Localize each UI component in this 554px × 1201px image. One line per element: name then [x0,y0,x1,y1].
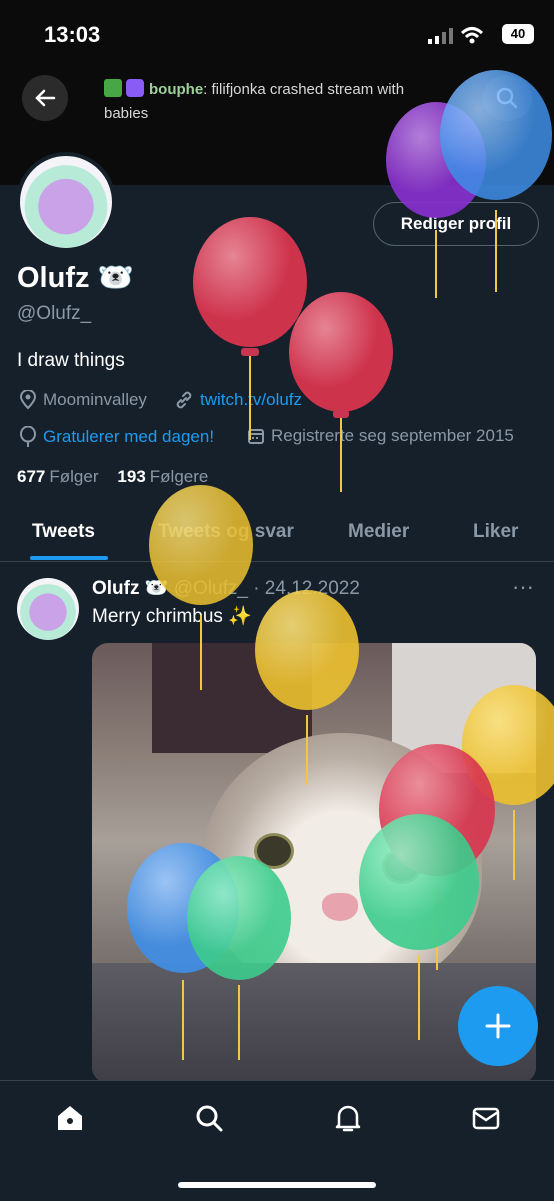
home-indicator [178,1182,376,1188]
balloon-icon [20,426,36,447]
cat-nose [322,893,358,921]
tweet-handle-date: @Olufz_ · 24.12.2022 [173,578,360,599]
tweet-header: Olufz 🐻‍❄️ @Olufz_ · 24.12.2022 [92,576,360,600]
chat-badge-icon [104,79,122,97]
website-link[interactable]: twitch.tv/olufz [200,390,302,410]
compose-tweet-button[interactable] [458,986,538,1066]
profile-birthday[interactable]: Gratulerer med dagen! [19,426,214,448]
profile-tabs: Tweets Tweets og svar Medier Liker [0,505,554,562]
back-arrow-icon [35,89,56,107]
followers-count: 193 [117,467,146,486]
bell-icon[interactable] [333,1103,363,1133]
following-count: 677 [17,467,46,486]
profile-name: Olufz 🐻‍❄️ [17,262,134,294]
calendar-icon [248,429,264,444]
balloon-red-2 [289,292,393,492]
profile-bio: I draw things [17,350,125,371]
status-time: 13:03 [44,22,101,47]
tab-tweets-and-replies[interactable]: Tweets og svar [158,521,294,543]
home-icon[interactable] [55,1103,85,1133]
followers-link[interactable]: 193 Følgere [117,467,208,486]
battery-indicator: 40 [502,24,534,44]
signal-icon [428,28,453,44]
following-link[interactable]: 677 Følger [17,467,99,486]
tab-likes[interactable]: Liker [473,521,518,543]
mail-icon[interactable] [471,1103,501,1133]
followers-label: Følgere [149,467,209,486]
tab-tweets[interactable]: Tweets [32,521,95,543]
tweet-author-name[interactable]: Olufz 🐻‍❄️ [92,578,168,599]
active-tab-indicator [30,556,108,560]
location-text: Moominvalley [43,390,147,409]
tweet-text: Merry chrimbus ✨ [92,606,252,627]
photo-cat [202,733,482,993]
search-button[interactable] [482,75,532,121]
cat-eye-right [382,848,422,884]
tab-media[interactable]: Medier [348,521,409,543]
tweet-avatar[interactable] [17,578,79,640]
link-icon [176,391,192,409]
profile-avatar[interactable] [16,152,116,252]
explore-icon[interactable] [194,1103,224,1133]
follow-stats: 677 Følger 193 Følgere [17,467,208,487]
profile-location: Moominvalley [19,390,147,410]
birthday-text[interactable]: Gratulerer med dagen! [43,427,214,447]
following-label: Følger [49,467,99,486]
profile-joined: Registrerte seg september 2015 [247,426,514,446]
profile-handle: @Olufz_ [17,303,92,324]
plus-icon [485,1013,511,1039]
edit-profile-button[interactable]: Rediger profil [373,202,539,246]
joined-text: Registrerte seg september 2015 [271,426,514,445]
photo-curtain [152,643,312,753]
verified-badge-icon [126,79,144,97]
wifi-icon [460,27,484,44]
back-button[interactable] [22,75,68,121]
chat-username: bouphe [149,81,204,98]
cat-eye-left [254,833,294,869]
search-icon [496,87,518,109]
tweet-more-button[interactable]: ··· [512,574,534,600]
profile-website[interactable]: twitch.tv/olufz [174,390,302,410]
location-icon [19,390,37,410]
stream-chat-overlay: bouphe: filifjonka crashed stream with b… [104,79,405,122]
